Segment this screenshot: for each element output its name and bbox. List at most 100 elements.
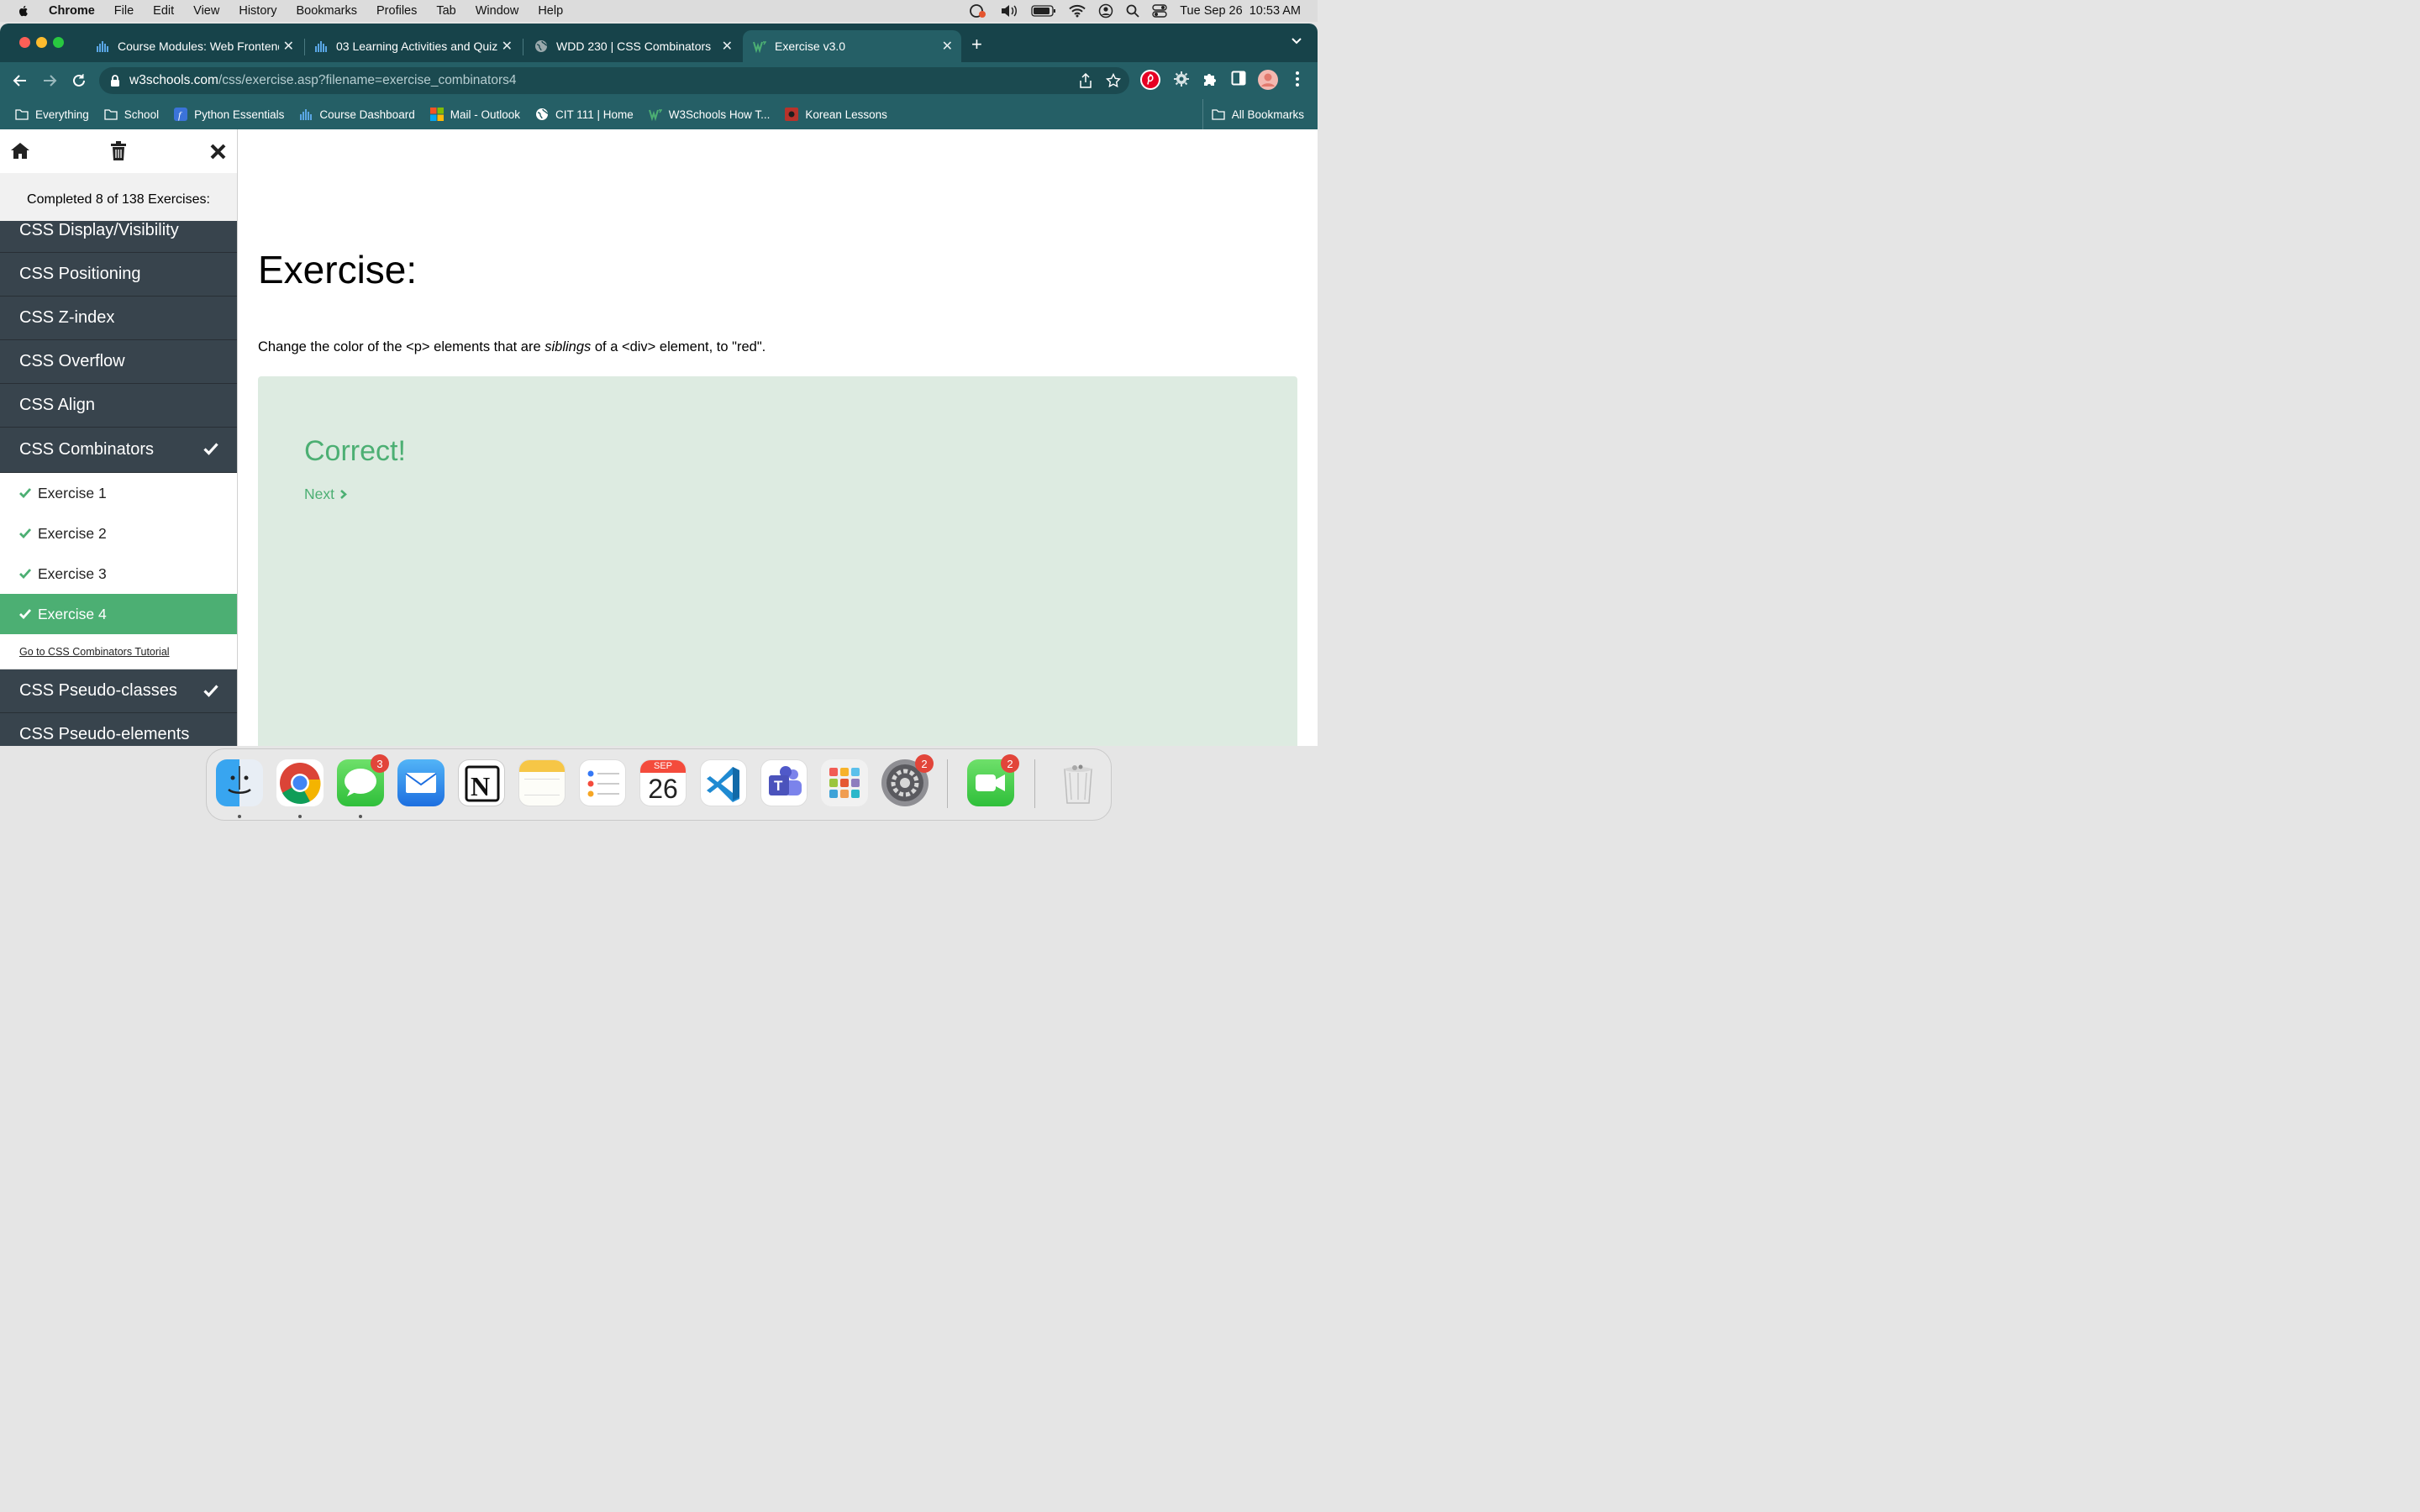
side-panel-icon[interactable] [1231,71,1246,86]
reload-icon[interactable] [71,72,87,89]
sidebar-exercise-3[interactable]: Exercise 3 [0,554,237,594]
correct-message: Correct! [304,435,406,467]
bookmark-python-essentials[interactable]: f Python Essentials [174,108,284,121]
tab-wdd-css-combinators[interactable]: WDD 230 | CSS Combinators ✕ [526,30,741,62]
profile-avatar-icon[interactable] [1257,69,1279,91]
close-window-button[interactable] [19,37,30,48]
sidebar-category-pseudo-elements[interactable]: CSS Pseudo-elements [0,713,237,746]
bookmark-course-dashboard[interactable]: Course Dashboard [299,108,415,121]
cloud-sync-icon[interactable] [967,3,987,18]
menu-bookmarks[interactable]: Bookmarks [296,4,357,18]
macos-dock: 3 N SEP 26 T 2 2 [206,748,1112,821]
bookmark-school[interactable]: School [104,108,159,121]
volume-icon[interactable] [1000,4,1018,18]
result-panel: Correct! Next [258,376,1297,746]
sidebar-category-display-visibility[interactable]: CSS Display/Visibility [0,221,237,253]
tab-close-icon[interactable]: ✕ [283,38,294,55]
tab-close-icon[interactable]: ✕ [942,38,953,55]
tab-course-modules[interactable]: Course Modules: Web Frontend ✕ [87,30,302,62]
page-content: Completed 8 of 138 Exercises: CSS Displa… [0,129,1318,746]
battery-icon[interactable] [1031,5,1056,17]
pinterest-extension-icon[interactable] [1139,69,1161,91]
tab-learning-activities[interactable]: 03 Learning Activities and Quiz ✕ [306,30,521,62]
bookmark-mail-outlook[interactable]: Mail - Outlook [429,108,520,121]
zoom-window-button[interactable] [53,37,64,48]
checkmark-icon [203,443,218,455]
gear-extension-icon[interactable] [1173,71,1190,87]
back-arrow-icon[interactable] [12,72,29,89]
trash-icon[interactable] [1055,759,1102,806]
close-icon[interactable] [210,144,226,160]
sidebar-category-z-index[interactable]: CSS Z-index [0,297,237,340]
minimize-window-button[interactable] [36,37,47,48]
kebab-menu-icon[interactable] [1292,71,1302,87]
menu-history[interactable]: History [239,4,276,18]
bookmark-korean-lessons[interactable]: Korean Lessons [785,108,887,121]
menu-tab[interactable]: Tab [436,4,455,18]
finder-icon[interactable] [216,759,263,806]
mail-icon[interactable] [397,759,445,806]
sidebar-category-overflow[interactable]: CSS Overflow [0,340,237,384]
globe-icon [536,108,549,120]
sidebar-category-combinators[interactable]: CSS Combinators [0,428,237,473]
spotlight-search-icon[interactable] [1126,4,1139,18]
bookmark-cit-111[interactable]: CIT 111 | Home [535,108,634,121]
system-settings-icon[interactable]: 2 [881,754,934,806]
notion-icon[interactable]: N [458,759,505,806]
chevron-down-icon[interactable] [1291,37,1302,45]
bookmark-star-icon[interactable] [1106,73,1121,88]
lock-icon[interactable] [109,74,121,87]
menu-help[interactable]: Help [538,4,563,18]
bookmark-everything[interactable]: Everything [15,108,89,121]
sidebar-exercise-1[interactable]: Exercise 1 [0,473,237,513]
reminders-icon[interactable] [579,759,626,806]
vscode-icon[interactable] [700,759,747,806]
forward-arrow-icon[interactable] [41,72,58,89]
menu-profiles[interactable]: Profiles [376,4,417,18]
home-icon[interactable] [10,141,30,160]
bookmarks-bar: Everything School f Python Essentials Co… [0,99,1318,129]
facetime-icon[interactable]: 2 [967,754,1019,806]
menu-window[interactable]: Window [476,4,519,18]
menu-file[interactable]: File [114,4,134,18]
puzzle-extensions-icon[interactable] [1202,71,1218,87]
w3schools-favicon-icon [753,41,766,53]
address-bar[interactable]: w3schools.com/css/exercise.asp?filename=… [99,67,1129,94]
apple-icon[interactable] [17,4,30,18]
new-tab-button[interactable]: + [971,34,982,55]
teams-icon[interactable]: T [760,759,808,806]
tab-strip: Course Modules: Web Frontend ✕ 03 Learni… [0,24,1318,62]
sidebar-category-pseudo-classes[interactable]: CSS Pseudo-classes [0,669,237,713]
all-bookmarks-button[interactable]: All Bookmarks [1202,99,1304,129]
next-button[interactable]: Next [304,486,347,503]
menu-edit[interactable]: Edit [153,4,174,18]
menu-app-name[interactable]: Chrome [49,4,95,18]
messages-icon[interactable]: 3 [337,754,389,806]
tab-close-icon[interactable]: ✕ [722,38,733,55]
notes-icon[interactable] [518,759,566,806]
sidebar-category-positioning[interactable]: CSS Positioning [0,253,237,297]
tab-exercise-active[interactable]: Exercise v3.0 ✕ [743,30,961,62]
launchpad-icon[interactable] [821,759,868,806]
trash-icon[interactable] [110,141,127,161]
tab-close-icon[interactable]: ✕ [502,38,513,55]
korean-icon [785,108,799,121]
control-center-icon[interactable] [1152,4,1167,18]
menu-view[interactable]: View [193,4,219,18]
folder-icon [1212,109,1225,120]
user-account-icon[interactable] [1098,3,1113,18]
calendar-icon[interactable]: SEP 26 [639,759,687,806]
calendar-month: SEP [640,760,686,773]
chrome-icon[interactable] [276,759,324,806]
tutorial-link[interactable]: Go to CSS Combinators Tutorial [0,634,237,669]
url-text[interactable]: w3schools.com/css/exercise.asp?filename=… [129,73,517,88]
sidebar-category-align[interactable]: CSS Align [0,384,237,428]
sidebar-exercise-2[interactable]: Exercise 2 [0,513,237,554]
share-icon[interactable] [1079,73,1092,88]
wifi-icon[interactable] [1069,4,1086,18]
menubar-clock[interactable]: Tue Sep 26 10:53 AM [1180,4,1301,18]
w3schools-icon [648,109,662,121]
bookmark-w3schools[interactable]: W3Schools How T... [648,108,770,121]
sidebar-exercise-4-active[interactable]: Exercise 4 [0,594,237,634]
chrome-window: Course Modules: Web Frontend ✕ 03 Learni… [0,24,1318,746]
